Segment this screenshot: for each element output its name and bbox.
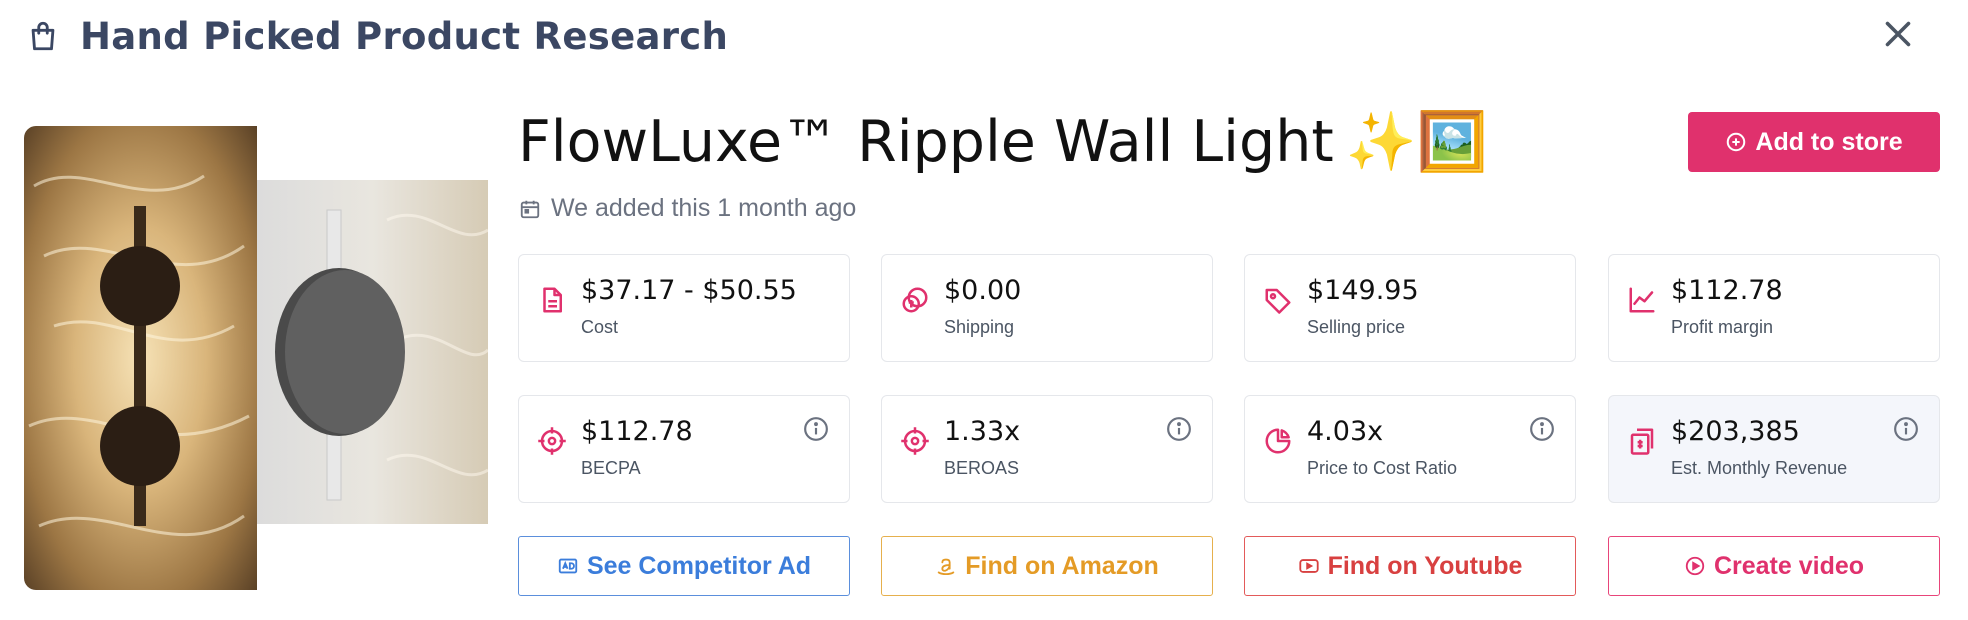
info-icon[interactable] [1166,416,1192,442]
pie-icon [1265,428,1291,454]
modal-header: Hand Picked Product Research [26,12,728,60]
product-name: FlowLuxe™ Ripple Wall Light [518,109,1334,175]
stat-value: $37.17 - $50.55 [581,275,797,306]
stat-label: Profit margin [1671,317,1774,337]
added-text: We added this 1 month ago [551,194,857,222]
stat-label: Est. Monthly Revenue [1671,458,1848,478]
close-icon[interactable] [1880,16,1916,52]
find-on-amazon-button[interactable]: Find on Amazon [881,536,1213,596]
stat-profit-margin: $112.78 Profit margin [1608,254,1940,362]
info-icon[interactable] [1893,416,1919,442]
youtube-icon [1298,559,1319,573]
stat-price-cost-ratio: 4.03x Price to Cost Ratio [1244,395,1576,503]
find-on-youtube-button[interactable]: Find on Youtube [1244,536,1576,596]
info-icon[interactable] [803,416,829,442]
create-video-label: Create video [1713,551,1865,580]
tag-icon [1265,288,1291,314]
stat-beroas: 1.33x BEROAS [881,395,1213,503]
stat-value: 4.03x [1307,416,1384,447]
stat-value: 1.33x [944,416,1021,447]
find-on-youtube-label: Find on Youtube [1327,551,1523,580]
add-to-store-button[interactable]: Add to store [1688,112,1940,172]
chart-line-icon [1629,287,1655,313]
calendar-icon [520,200,540,218]
stat-label: Shipping [944,317,1015,337]
stat-selling-price: $149.95 Selling price [1244,254,1576,362]
stat-monthly-revenue: $203,385 Est. Monthly Revenue [1608,395,1940,503]
see-competitor-ad-label: See Competitor Ad [586,551,812,580]
stat-value: $149.95 [1307,275,1419,306]
info-icon[interactable] [1529,416,1555,442]
find-on-amazon-label: Find on Amazon [965,551,1159,580]
stat-label: Price to Cost Ratio [1307,458,1458,478]
product-image-unlit[interactable] [257,180,488,524]
product-emoji: ✨🖼️ [1345,109,1488,175]
create-video-button[interactable]: Create video [1608,536,1940,596]
coins-icon [902,287,928,313]
plus-circle-icon [1727,132,1746,152]
amazon-icon [938,558,955,576]
target-icon [538,427,566,455]
product-title: FlowLuxe™ Ripple Wall Light ✨🖼️ [518,108,1488,175]
stat-value: $0.00 [944,275,1022,306]
product-images [24,126,488,590]
stat-label: BECPA [581,458,641,478]
stat-cost: $37.17 - $50.55 Cost [518,254,850,362]
play-circle-icon [1685,556,1705,576]
target-icon [901,427,929,455]
revenue-icon [1630,428,1654,455]
ad-icon [558,558,578,574]
added-date: We added this 1 month ago [519,194,856,223]
stat-label: BEROAS [944,458,1020,478]
shopping-bag-icon [31,21,55,51]
product-image-lit[interactable] [24,126,257,590]
stat-value: $112.78 [581,416,693,447]
stat-value: $203,385 [1671,416,1800,447]
stat-becpa: $112.78 BECPA [518,395,850,503]
stat-label: Selling price [1307,317,1406,337]
document-icon [543,287,562,313]
modal-title: Hand Picked Product Research [80,14,729,58]
stat-label: Cost [581,317,619,337]
see-competitor-ad-button[interactable]: See Competitor Ad [518,536,850,596]
stat-shipping: $0.00 Shipping [881,254,1213,362]
add-to-store-label: Add to store [1755,127,1903,156]
stat-value: $112.78 [1671,275,1783,306]
